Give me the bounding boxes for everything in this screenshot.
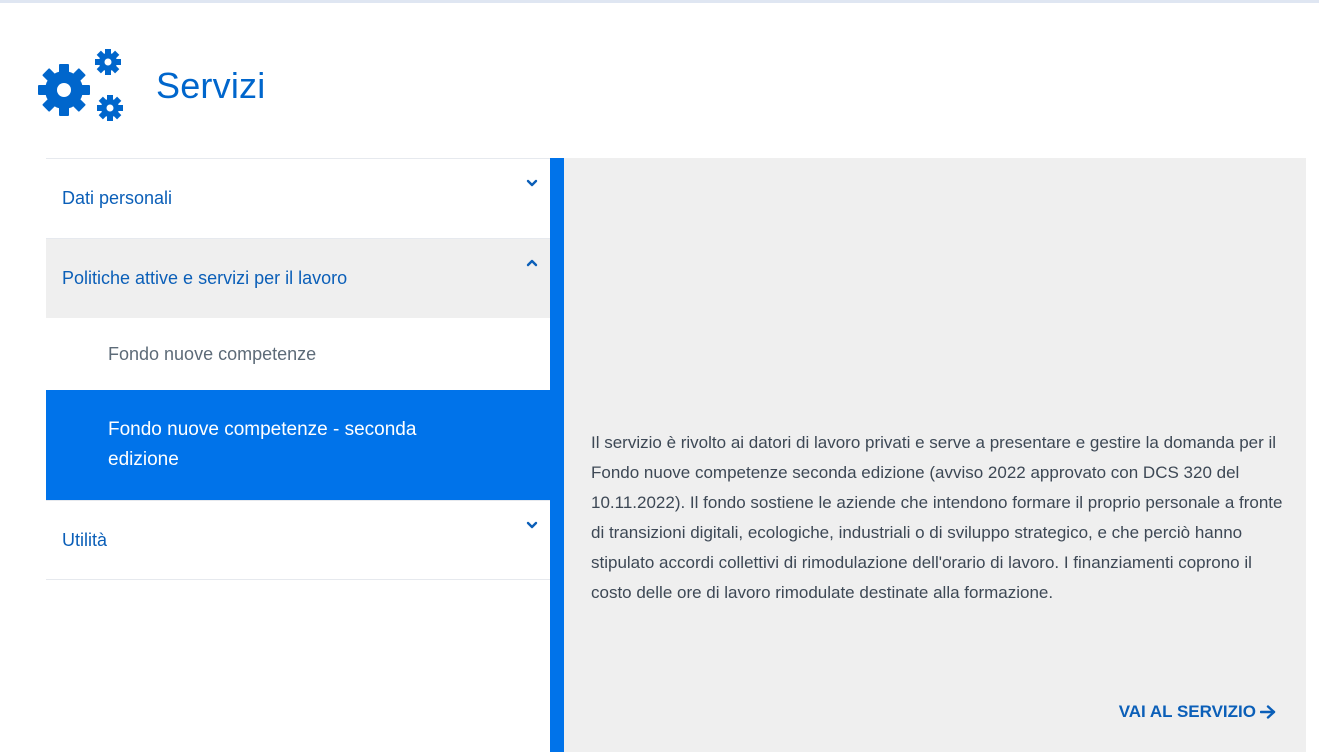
arrow-right-icon [1260, 705, 1276, 719]
sidebar-item-label: Utilità [62, 529, 108, 550]
sidebar-subitem-label: Fondo nuove competenze [108, 343, 317, 364]
go-to-service-label: VAI AL SERVIZIO [1118, 702, 1256, 721]
page-title: Servizi [156, 65, 266, 106]
gears-icon [38, 49, 123, 121]
top-divider [0, 0, 1319, 3]
sidebar-subitem-fondo-nuove-competenze-seconda-edizione[interactable]: Fondo nuove competenze - seconda edizion… [46, 390, 550, 500]
sidebar-subitem-label: Fondo nuove competenze - seconda edizion… [108, 419, 417, 470]
service-detail-panel: Il servizio è rivolto ai datori di lavor… [550, 158, 1306, 752]
go-to-service-link[interactable]: VAI AL SERVIZIO [1119, 702, 1276, 722]
sidebar-nav: Dati personali Politiche attive e serviz… [46, 158, 550, 580]
sidebar-item-label: Dati personali [62, 188, 173, 208]
sidebar-item-politiche-attive[interactable]: Politiche attive e servizi per il lavoro [46, 238, 550, 318]
chevron-up-icon [526, 259, 538, 267]
page-header: Servizi [38, 46, 265, 126]
sidebar-subitem-fondo-nuove-competenze[interactable]: Fondo nuove competenze [46, 318, 550, 390]
sidebar-item-label: Politiche attive e servizi per il lavoro [62, 268, 348, 288]
active-accent-bar [550, 158, 564, 752]
sidebar-item-dati-personali[interactable]: Dati personali [46, 158, 550, 238]
chevron-down-icon [526, 179, 538, 187]
sidebar-item-utilita[interactable]: Utilità [46, 500, 550, 580]
service-description: Il servizio è rivolto ai datori di lavor… [591, 433, 1283, 602]
chevron-down-icon [526, 521, 538, 529]
